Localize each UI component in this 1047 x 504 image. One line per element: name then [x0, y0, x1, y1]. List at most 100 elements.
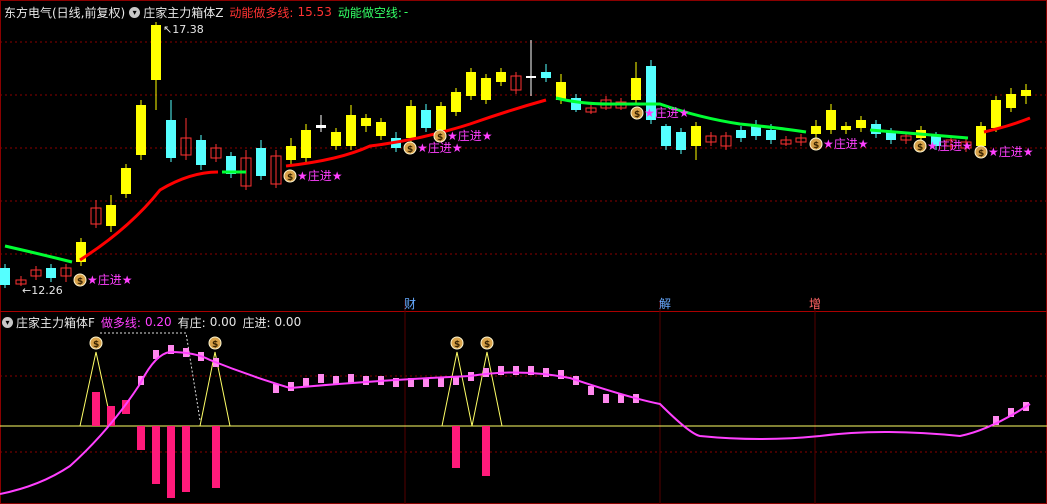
candle-body [436, 106, 446, 130]
candle-body [451, 92, 461, 112]
stock-title: 东方电气(日线,前复权) [4, 5, 126, 20]
pink-bar [137, 426, 145, 450]
long-line-label: 做多线: [100, 315, 141, 330]
signal-spike [471, 351, 503, 427]
candle-body [496, 72, 506, 82]
bull-line-segment [983, 116, 1031, 134]
candle-body [1021, 90, 1031, 96]
money-glyph: $ [917, 143, 923, 153]
candle-body [421, 110, 431, 128]
candle-body [346, 115, 356, 146]
money-glyph: $ [634, 110, 640, 120]
candle-body [106, 205, 116, 226]
candle-body [46, 268, 56, 278]
candle-body [256, 148, 266, 176]
light-pink-bar [483, 368, 489, 377]
enter-label: 庄进: [242, 315, 271, 330]
candle-body [361, 118, 371, 126]
circle-chevron-icon[interactable]: ▾ [2, 316, 13, 328]
kline-chart[interactable]: $ ★庄进★$ ★庄进★$ ★庄进★$ ★庄进★$ ★庄进★$ ★庄进★ $ ★庄进★$ ★庄进★… [0, 0, 1047, 504]
circle-chevron-icon[interactable]: ▾ [129, 6, 141, 18]
pink-bar [482, 426, 490, 476]
light-pink-bar [438, 378, 444, 387]
money-glyph: $ [813, 141, 819, 151]
candle-body [301, 130, 311, 158]
candlestick-series[interactable] [0, 22, 1031, 288]
money-glyph: $ [77, 277, 83, 287]
candle-body [841, 126, 851, 130]
candle-body [286, 146, 296, 160]
high-price-label: ↖17.38 [163, 23, 204, 36]
candle-body [331, 132, 341, 146]
light-pink-bar [423, 378, 429, 387]
light-pink-bar [603, 394, 609, 403]
money-glyph: $ [978, 149, 984, 159]
signal-label: ★庄进★ [644, 105, 690, 120]
enter-value: 0.00 [274, 315, 302, 329]
signal-label: ★庄进★ [823, 136, 869, 151]
pink-bar [167, 426, 175, 498]
candle-body [691, 126, 701, 146]
pink-bar [212, 426, 220, 488]
money-glyph: $ [454, 340, 460, 350]
pink-bar [152, 426, 160, 484]
candle-body [526, 76, 536, 78]
event-marker-zeng[interactable]: 增 [809, 297, 821, 311]
money-glyph: $ [484, 340, 490, 350]
long-line-value: 0.20 [144, 315, 172, 329]
bull-line-value: 15.53 [297, 5, 332, 19]
low-price-label: ←12.26 [22, 284, 63, 297]
event-marker-jie[interactable]: 解 [659, 297, 671, 311]
light-pink-bar [513, 366, 519, 375]
chart-text: ↖17.38 ←12.26 财 解 增 [22, 23, 821, 311]
main-chart-header: 东方电气(日线,前复权) ▾ 庄家主力箱体Z 动能做多线: 15.53 动能做空… [0, 2, 408, 22]
candle-body [406, 106, 416, 138]
signal-spike [441, 351, 473, 427]
indicator-name-z[interactable]: 庄家主力箱体Z [143, 4, 223, 21]
signal-label: ★庄进★ [87, 272, 133, 287]
candle-body [151, 25, 161, 80]
bear-line-label: 动能做空线: [337, 5, 402, 20]
zhuang-value: 0.00 [209, 315, 237, 329]
sub-indicator-chart[interactable]: $ $ $ $ [0, 332, 1047, 498]
pink-bar [452, 426, 460, 468]
candle-body [826, 110, 836, 130]
candle-body [976, 126, 986, 146]
candle-body [766, 130, 776, 140]
light-pink-bar [348, 374, 354, 383]
zhuang-label: 有庄: [177, 315, 206, 330]
candle-body [166, 120, 176, 158]
candle-body [676, 132, 686, 150]
candle-body [481, 78, 491, 100]
indicator-name-f[interactable]: 庄家主力箱体F [16, 314, 95, 331]
light-pink-bar [588, 386, 594, 395]
light-pink-bar [543, 368, 549, 377]
bear-line-value: - [403, 5, 409, 19]
money-glyph: $ [287, 173, 293, 183]
candle-body [736, 130, 746, 138]
money-glyph: $ [407, 145, 413, 155]
candle-body [466, 72, 476, 96]
event-marker-cai[interactable]: 财 [404, 297, 416, 311]
signal-label: ★庄进★ [447, 128, 493, 143]
light-pink-bar [363, 376, 369, 385]
candle-body [661, 126, 671, 146]
candle-body [631, 78, 641, 100]
signal-label: ★庄进★ [988, 144, 1034, 159]
pink-bar [92, 392, 100, 426]
money-glyph: $ [93, 340, 99, 350]
candle-body [856, 120, 866, 128]
candle-body [196, 140, 206, 165]
candle-body [0, 268, 10, 285]
money-glyph: $ [212, 340, 218, 350]
sub-chart-header: ▾ 庄家主力箱体F 做多线: 0.20 有庄: 0.00 庄进: 0.00 [0, 312, 301, 332]
candle-body [1006, 94, 1016, 108]
candle-body [811, 126, 821, 134]
light-pink-bar [318, 374, 324, 383]
signal-label: ★庄进★ [927, 138, 973, 153]
signal-label: ★庄进★ [297, 168, 343, 183]
pink-bar [182, 426, 190, 492]
light-pink-bar [288, 382, 294, 391]
bull-line-label: 动能做多线: [229, 5, 294, 20]
candle-body [136, 105, 146, 155]
